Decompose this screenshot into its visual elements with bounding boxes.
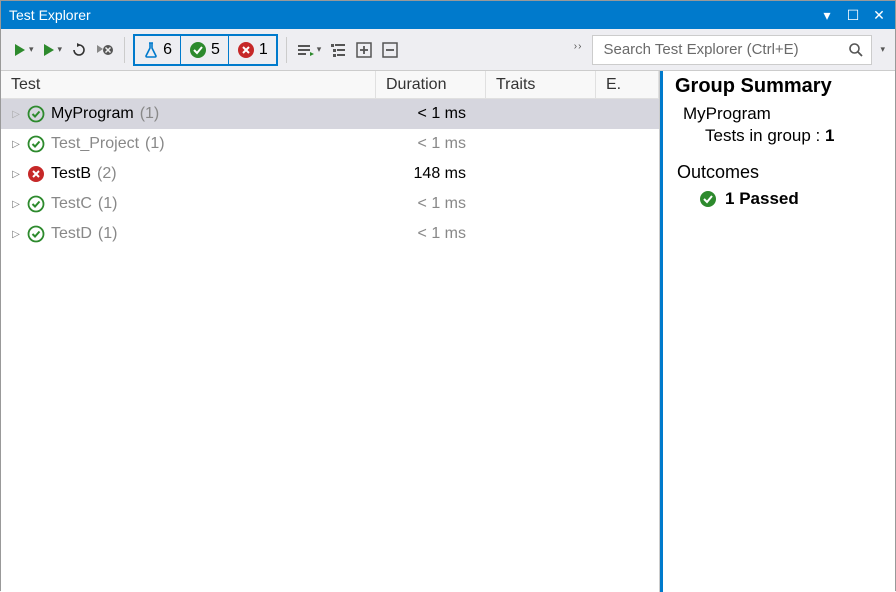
filter-failed-button[interactable]: 1 [229,36,276,64]
repeat-run-button[interactable] [68,36,90,64]
test-row[interactable]: ▷ TestC (1) < 1 ms [1,189,659,219]
playlist-button[interactable]: ▾ [295,36,324,64]
pass-icon [189,41,207,59]
filter-passed-button[interactable]: 5 [181,36,229,64]
window-title: Test Explorer [9,7,819,23]
test-duration: < 1 ms [376,195,486,213]
pass-icon [699,190,717,208]
content: Test Duration Traits E. ▷ MyProgram (1) < … [1,71,895,592]
test-name: Test_Project [51,135,139,153]
test-duration: < 1 ms [376,225,486,243]
collapse-all-button[interactable] [379,36,401,64]
test-duration: 148 ms [376,165,486,183]
outcome-passed: 1 Passed [699,189,883,209]
status-icon [27,135,45,153]
search-options-button[interactable]: ▾ [880,44,885,55]
test-list-panel: Test Duration Traits E. ▷ MyProgram (1) < … [1,71,660,592]
close-icon[interactable]: ✕ [871,7,887,24]
fail-icon [237,41,255,59]
test-row[interactable]: ▷ TestB (2) 148 ms [1,159,659,189]
test-name: TestD [51,225,92,243]
col-traits-header[interactable]: Traits [486,71,596,98]
filter-failed-count: 1 [259,41,268,59]
filter-total-count: 6 [163,41,172,59]
search-input[interactable] [592,35,872,65]
test-count: (1) [98,195,118,213]
run-button[interactable]: ▾ [40,36,65,64]
expand-icon[interactable]: ▷ [11,229,21,240]
test-count: (1) [140,105,160,123]
test-row[interactable]: ▷ Test_Project (1) < 1 ms [1,129,659,159]
test-name: MyProgram [51,105,134,123]
expand-icon[interactable]: ▷ [11,199,21,210]
status-icon [27,105,45,123]
status-icon [27,195,45,213]
col-error-header[interactable]: E. [596,71,659,98]
window-controls: ▾ ☐ ✕ [819,7,887,24]
test-row[interactable]: ▷ MyProgram (1) < 1 ms [1,99,659,129]
toolbar: ▾ ▾ 6 5 1 ▾ ›› [1,29,895,71]
window-menu-icon[interactable]: ▾ [819,7,835,24]
status-icon [27,165,45,183]
test-name: TestC [51,195,92,213]
filter-passed-count: 5 [211,41,220,59]
column-headers: Test Duration Traits E. [1,71,659,99]
flask-icon [143,41,159,59]
maximize-icon[interactable]: ☐ [845,7,861,24]
filter-group: 6 5 1 [133,34,278,66]
expand-icon[interactable]: ▷ [11,169,21,180]
col-test-header[interactable]: Test [1,71,376,98]
titlebar: Test Explorer ▾ ☐ ✕ [1,1,895,29]
test-name: TestB [51,165,91,183]
test-duration: < 1 ms [376,105,486,123]
tests-in-group: Tests in group : 1 [705,126,883,146]
separator [124,37,125,63]
status-icon [27,225,45,243]
test-count: (1) [98,225,118,243]
test-duration: < 1 ms [376,135,486,153]
summary-group-name: MyProgram [683,104,883,124]
run-cancel-button[interactable] [94,36,116,64]
test-count: (1) [145,135,165,153]
expand-icon[interactable]: ▷ [11,109,21,120]
test-row[interactable]: ▷ TestD (1) < 1 ms [1,219,659,249]
test-list: ▷ MyProgram (1) < 1 ms ▷ Test_Project (1) < 1… [1,99,659,249]
run-all-button[interactable]: ▾ [11,36,36,64]
toolbar-overflow-button[interactable]: ›› [574,41,583,58]
summary-heading: Group Summary [675,75,883,98]
expand-all-button[interactable] [353,36,375,64]
test-count: (2) [97,165,117,183]
expand-icon[interactable]: ▷ [11,139,21,150]
col-duration-header[interactable]: Duration [376,71,486,98]
separator [286,37,287,63]
filter-total-button[interactable]: 6 [135,36,181,64]
outcomes-heading: Outcomes [677,162,883,183]
search-box [592,35,872,65]
group-by-button[interactable] [327,36,349,64]
summary-panel: Group Summary MyProgram Tests in group :… [660,71,895,592]
